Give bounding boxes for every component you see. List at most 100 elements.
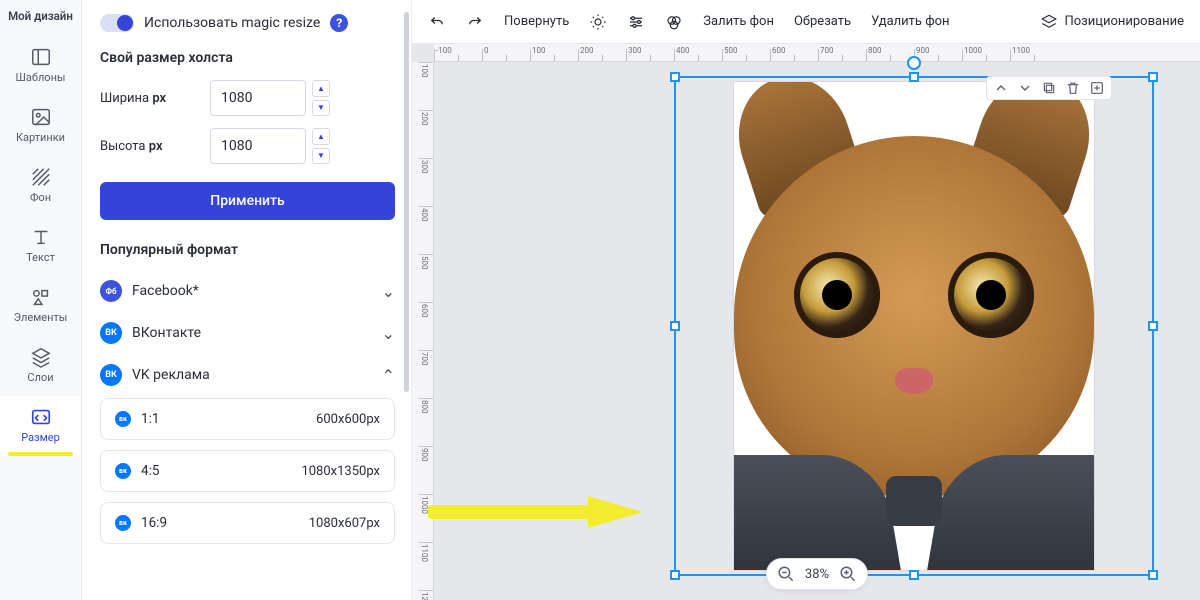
undo-button[interactable] xyxy=(424,9,450,35)
preset-ratio: 4:5 xyxy=(141,463,159,479)
handle-top-left[interactable] xyxy=(670,72,680,82)
handle-top-mid[interactable] xyxy=(909,72,919,82)
nav-label: Фон xyxy=(30,191,51,204)
image-icon xyxy=(30,106,52,128)
preset-size: 600x600px xyxy=(316,412,380,427)
vk-mini-icon: вк xyxy=(115,463,131,479)
width-label: Ширина xyxy=(100,91,149,106)
width-down-button[interactable]: ▼ xyxy=(312,100,330,117)
brightness-button[interactable] xyxy=(585,9,611,35)
preset-1-1[interactable]: вк 1:1 600x600px xyxy=(100,398,395,440)
my-design-label[interactable]: Мой дизайн xyxy=(6,4,75,36)
annotation-arrow-icon xyxy=(428,492,648,532)
chevron-up-icon[interactable] xyxy=(993,80,1009,96)
chevron-down-icon: ⌄ xyxy=(382,324,395,343)
filters-button[interactable] xyxy=(661,9,687,35)
nav-background[interactable]: Фон xyxy=(0,156,81,216)
fill-background-button[interactable]: Залить фон xyxy=(699,10,778,33)
format-label: Facebook* xyxy=(132,283,199,299)
preset-size: 1080x1350px xyxy=(301,464,380,479)
preset-16-9[interactable]: вк 16:9 1080x607px xyxy=(100,502,395,544)
add-icon[interactable] xyxy=(1089,80,1105,96)
redo-button[interactable] xyxy=(462,9,488,35)
nav-text[interactable]: Текст xyxy=(0,216,81,276)
editor-stage: Повернуть Залить фон Обрезать Удалить фо… xyxy=(412,0,1200,600)
apply-button[interactable]: Применить xyxy=(100,182,395,220)
templates-icon xyxy=(30,46,52,68)
left-nav: Мой дизайн Шаблоны Картинки Фон Текст Эл… xyxy=(0,0,82,600)
width-up-button[interactable]: ▲ xyxy=(312,80,330,97)
ruler-vertical: 1002003004005006007008009001000110012001… xyxy=(412,62,434,600)
height-label: Высота xyxy=(100,139,146,154)
handle-bottom-mid[interactable] xyxy=(909,570,919,580)
size-icon xyxy=(30,406,52,428)
width-input[interactable] xyxy=(210,80,306,116)
rotate-button[interactable]: Повернуть xyxy=(500,10,573,33)
format-label: ВКонтакте xyxy=(132,325,201,341)
copy-icon[interactable] xyxy=(1041,80,1057,96)
zoom-in-icon[interactable] xyxy=(839,565,857,583)
format-label: VK реклама xyxy=(132,367,210,383)
help-icon[interactable]: ? xyxy=(330,14,348,32)
vk-icon: ВК xyxy=(100,364,122,386)
chevron-down-icon[interactable] xyxy=(1017,80,1033,96)
chevron-down-icon: ⌄ xyxy=(382,282,395,301)
vk-mini-icon: вк xyxy=(115,515,131,531)
elements-icon xyxy=(30,286,52,308)
height-down-button[interactable]: ▼ xyxy=(312,148,330,165)
handle-bottom-right[interactable] xyxy=(1148,570,1158,580)
format-vkontakte[interactable]: ВК ВКонтакте ⌄ xyxy=(100,314,395,356)
handle-bottom-left[interactable] xyxy=(670,570,680,580)
crop-button[interactable]: Обрезать xyxy=(790,10,855,33)
format-facebook[interactable]: Фб Facebook* ⌄ xyxy=(100,272,395,314)
unit-label: px xyxy=(149,139,163,154)
canvas-wrap: 38% xyxy=(434,62,1200,600)
zoom-out-icon[interactable] xyxy=(777,565,795,583)
facebook-icon: Фб xyxy=(100,280,122,302)
rotate-handle[interactable] xyxy=(907,56,921,70)
nav-label: Размер xyxy=(21,431,60,444)
chevron-up-icon: ⌃ xyxy=(382,366,395,385)
preset-4-5[interactable]: вк 4:5 1080x1350px xyxy=(100,450,395,492)
nav-layers[interactable]: Слои xyxy=(0,336,81,396)
nav-label: Слои xyxy=(27,371,53,384)
background-icon xyxy=(30,166,52,188)
layers-icon xyxy=(1040,13,1058,31)
trash-icon[interactable] xyxy=(1065,80,1081,96)
nav-elements[interactable]: Элементы xyxy=(0,276,81,336)
top-toolbar: Повернуть Залить фон Обрезать Удалить фо… xyxy=(412,0,1200,44)
nav-label: Текст xyxy=(26,251,55,264)
nav-label: Шаблоны xyxy=(16,71,66,84)
popular-format-title: Популярный формат xyxy=(100,242,395,258)
nav-label: Элементы xyxy=(14,311,68,324)
positioning-label: Позиционирование xyxy=(1064,14,1184,29)
selection-box[interactable] xyxy=(674,76,1154,576)
magic-resize-toggle[interactable] xyxy=(100,14,134,32)
nav-size[interactable]: Размер xyxy=(0,396,81,456)
panel-scrollbar[interactable] xyxy=(404,12,409,392)
custom-size-title: Свой размер холста xyxy=(100,50,395,66)
positioning-button[interactable]: Позиционирование xyxy=(1036,9,1188,35)
vk-icon: ВК xyxy=(100,322,122,344)
handle-mid-left[interactable] xyxy=(670,321,680,331)
unit-label: px xyxy=(152,91,166,106)
handle-mid-right[interactable] xyxy=(1148,321,1158,331)
size-panel: Использовать magic resize ? Свой размер … xyxy=(82,0,412,600)
ruler-horizontal: -100010020030040050060070080090010001100 xyxy=(434,44,1200,62)
height-input[interactable] xyxy=(210,128,306,164)
preset-ratio: 1:1 xyxy=(141,411,159,427)
adjust-button[interactable] xyxy=(623,9,649,35)
nav-label: Картинки xyxy=(16,131,65,144)
magic-resize-label: Использовать magic resize xyxy=(144,15,320,31)
remove-background-button[interactable]: Удалить фон xyxy=(867,10,953,33)
nav-templates[interactable]: Шаблоны xyxy=(0,36,81,96)
nav-images[interactable]: Картинки xyxy=(0,96,81,156)
format-vk-ads[interactable]: ВК VK реклама ⌃ xyxy=(100,356,395,398)
handle-top-right[interactable] xyxy=(1148,72,1158,82)
height-up-button[interactable]: ▲ xyxy=(312,128,330,145)
zoom-control: 38% xyxy=(766,558,868,590)
preset-size: 1080x607px xyxy=(309,516,380,531)
preset-ratio: 16:9 xyxy=(141,515,167,531)
vk-mini-icon: вк xyxy=(115,411,131,427)
zoom-value: 38% xyxy=(805,567,829,582)
